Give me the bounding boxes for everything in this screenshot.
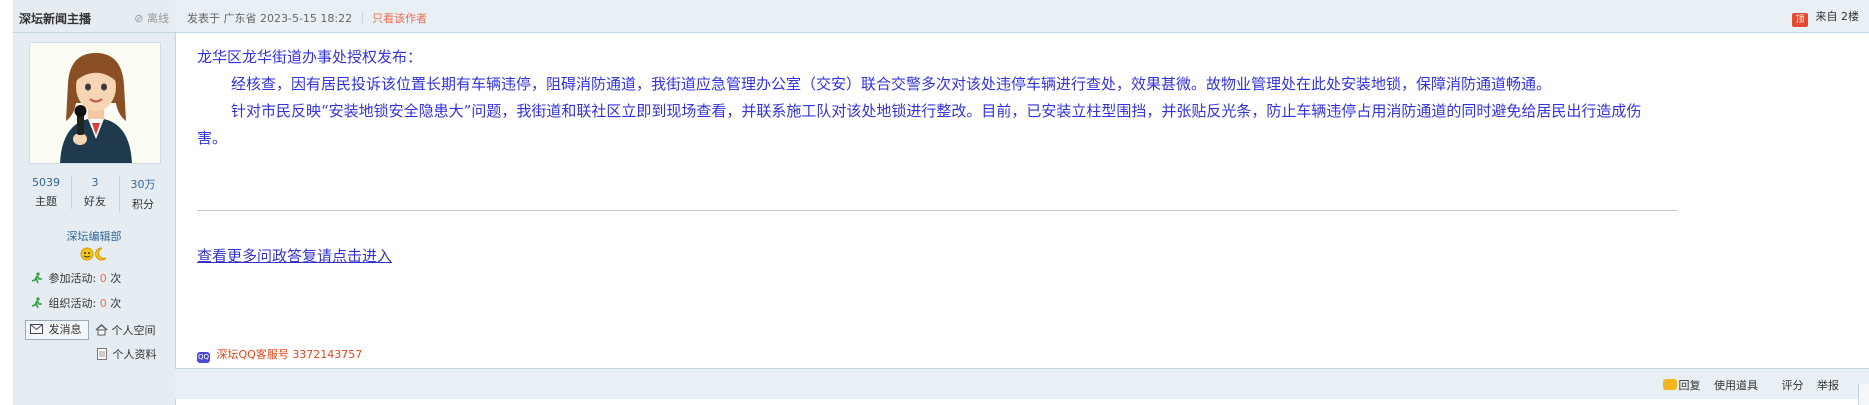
stat-points[interactable]: 30万 积分 [119, 176, 166, 212]
report-button[interactable]: 举报 [1817, 379, 1839, 392]
posted-time: 发表于 广东省 2023-5-15 18:22 [187, 12, 353, 25]
personal-profile-link[interactable]: 个人资料 [97, 346, 157, 362]
envelope-icon [30, 324, 43, 334]
avatar[interactable] [29, 42, 161, 164]
post-main: 发表于 广东省 2023-5-15 18:22 只看该作者 顶 来自 2楼 龙华… [175, 0, 1869, 405]
send-message-button[interactable]: 发消息 [25, 320, 89, 340]
stat-friends[interactable]: 3 好友 [71, 176, 118, 209]
reply-label: 回复 [1678, 379, 1701, 392]
content-divider [197, 210, 1677, 211]
medal-smiley-icon [80, 247, 107, 261]
post-footer: 回复 使用道具 评分 举报 [175, 368, 1869, 399]
post-paragraph: 龙华区龙华街道办事处授权发布： [197, 48, 423, 66]
home-icon [95, 324, 108, 336]
post-paragraph: 经核查，因有居民投诉该位置长期有车辆违停，阻碍消防通道，我街道应急管理办公室（交… [231, 75, 1552, 93]
personal-profile-label: 个人资料 [112, 348, 157, 361]
author-header: 深坛新闻主播 ⊘ 离线 [13, 0, 175, 33]
activity-label: 组织活动: [48, 297, 97, 310]
activity-organized: 组织活动: 0 次 [31, 295, 121, 311]
author-stats: 5039 主题 3 好友 30万 积分 [23, 176, 169, 212]
post-paragraph: 针对市民反映“安装地锁安全隐患大”问题，我街道和联社区立即到现场查看，并联系施工… [197, 102, 1642, 147]
activity-count: 0 [99, 297, 107, 310]
personal-space-label: 个人空间 [111, 324, 156, 337]
app-source-icon: 顶 [1792, 13, 1808, 27]
stat-label: 积分 [132, 198, 154, 211]
only-author-link[interactable]: 只看该作者 [372, 12, 427, 25]
reply-button[interactable]: 回复 [1662, 379, 1701, 392]
stat-value: 5039 [32, 176, 60, 189]
online-status-label: 离线 [147, 12, 169, 25]
activity-joined: 参加活动: 0 次 [31, 270, 121, 286]
offline-icon: ⊘ [134, 12, 144, 25]
medals [80, 247, 108, 264]
stat-threads[interactable]: 5039 主题 [23, 176, 69, 209]
author-sidebar: 深坛新闻主播 ⊘ 离线 5039 主题 3 好友 30万 积分 深坛编辑部 参加… [13, 0, 176, 405]
author-name-link[interactable]: 深坛新闻主播 [19, 10, 91, 27]
activity-count: 0 [99, 272, 107, 285]
runner-icon [31, 297, 42, 309]
qq-service-label: 深坛QQ客服号 3372143757 [216, 348, 363, 361]
user-group[interactable]: 深坛编辑部 [13, 228, 175, 244]
more-replies-link[interactable]: 查看更多问政答复请点击进入 [197, 245, 392, 266]
document-icon [97, 348, 107, 360]
qq-icon: QQ [197, 352, 210, 363]
send-message-label: 发消息 [48, 323, 82, 336]
scroll-corner [1858, 384, 1869, 405]
divider [361, 12, 363, 23]
news-anchor-avatar-icon [60, 53, 132, 163]
activity-unit: 次 [110, 297, 122, 310]
reply-icon [1662, 379, 1677, 390]
stat-label: 主题 [35, 195, 57, 208]
use-tool-button[interactable]: 使用道具 [1714, 379, 1758, 392]
activity-unit: 次 [110, 272, 122, 285]
post-meta: 发表于 广东省 2023-5-15 18:22 只看该作者 [187, 10, 427, 26]
stat-value: 30万 [130, 178, 156, 191]
post-floor: 顶 来自 2楼 [1792, 8, 1859, 27]
qq-service[interactable]: QQ 深坛QQ客服号 3372143757 [197, 346, 362, 363]
floor-label[interactable]: 来自 2楼 [1816, 10, 1860, 23]
stat-value: 3 [91, 176, 99, 189]
runner-icon [31, 272, 42, 284]
post-actions: 回复 使用道具 评分 举报 [1653, 377, 1839, 393]
forum-post: 深坛新闻主播 ⊘ 离线 5039 主题 3 好友 30万 积分 深坛编辑部 参加… [13, 0, 1869, 405]
online-status: ⊘ 离线 [134, 10, 169, 26]
activity-label: 参加活动: [48, 272, 97, 285]
post-header: 发表于 广东省 2023-5-15 18:22 只看该作者 顶 来自 2楼 [175, 0, 1869, 33]
rate-button[interactable]: 评分 [1782, 379, 1804, 392]
post-body: 龙华区龙华街道办事处授权发布： 经核查，因有居民投诉该位置长期有车辆违停，阻碍消… [197, 44, 1667, 152]
personal-space-link[interactable]: 个人空间 [95, 322, 156, 338]
stat-label: 好友 [84, 195, 106, 208]
